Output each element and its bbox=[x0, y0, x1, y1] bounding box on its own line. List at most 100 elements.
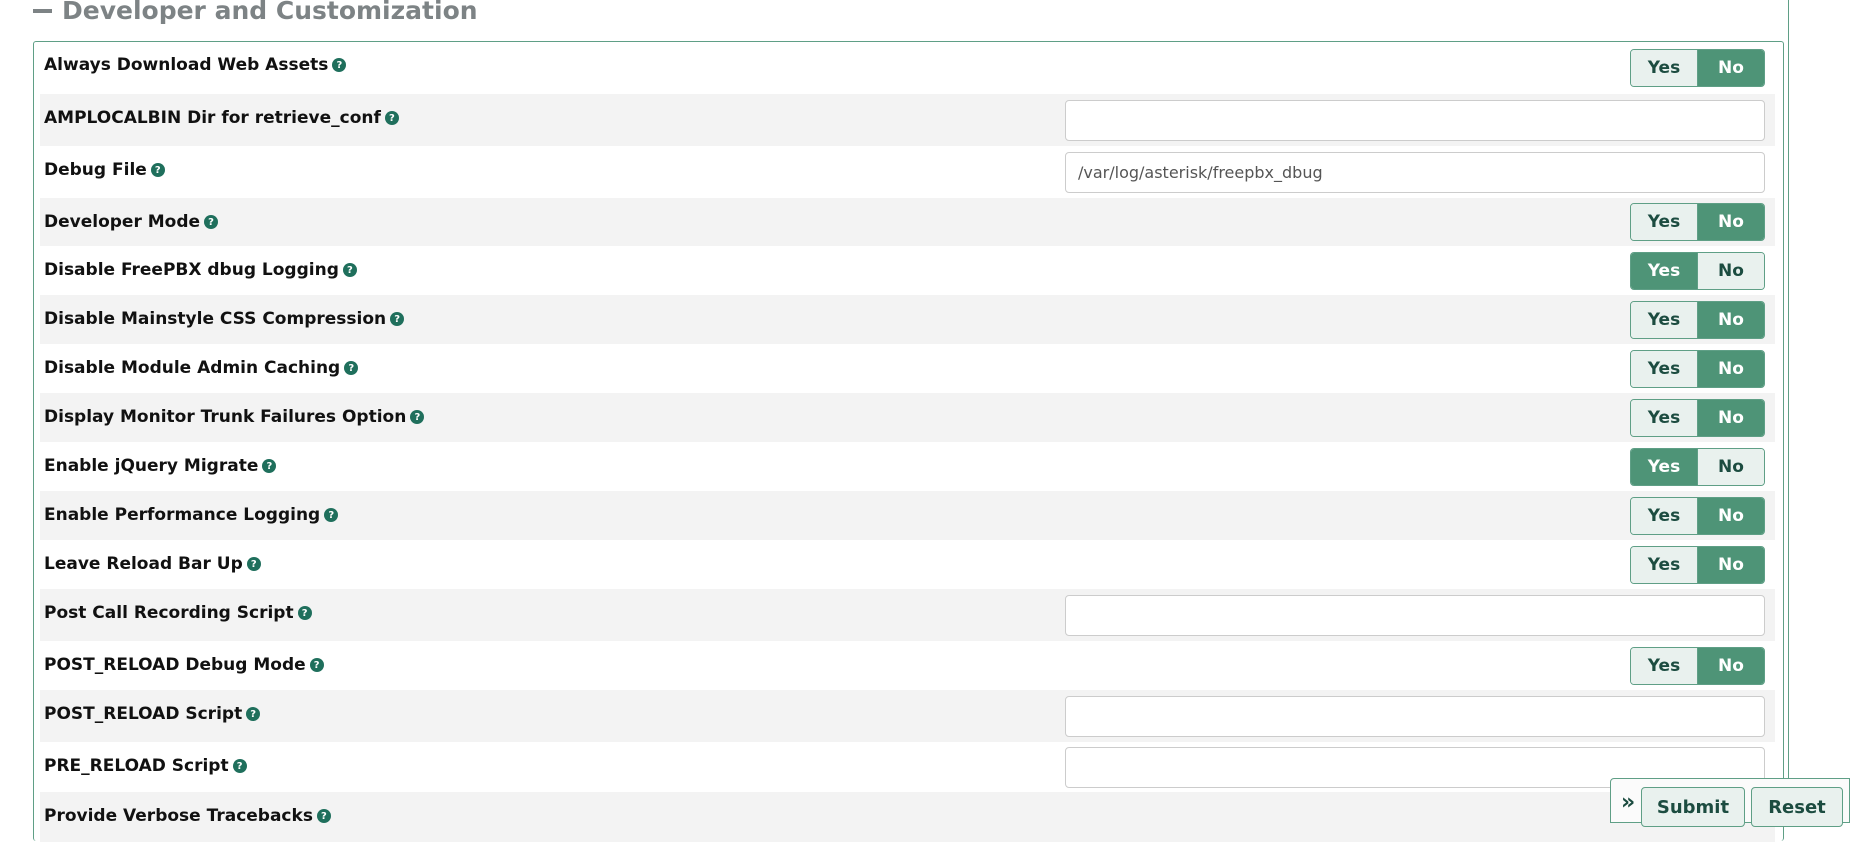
setting-label: Provide Verbose Tracebacks? bbox=[44, 806, 331, 826]
setting-label: Always Download Web Assets? bbox=[44, 55, 347, 75]
toggle-no-button[interactable]: No bbox=[1698, 302, 1764, 338]
reset-button[interactable]: Reset bbox=[1751, 787, 1843, 827]
setting-row-enable-performance-logging: Enable Performance Logging? Yes No bbox=[40, 491, 1775, 540]
setting-row-post-call-recording-script: Post Call Recording Script? bbox=[40, 589, 1775, 641]
help-icon[interactable]: ? bbox=[344, 361, 359, 375]
setting-label: Developer Mode? bbox=[44, 212, 219, 232]
setting-row-post-reload-debug-mode: POST_RELOAD Debug Mode? Yes No bbox=[40, 641, 1775, 690]
setting-label-text: Enable Performance Logging bbox=[44, 505, 321, 525]
setting-label-text: Disable Mainstyle CSS Compression bbox=[44, 309, 387, 329]
setting-label-text: PRE_RELOAD Script bbox=[44, 756, 229, 776]
setting-label: Leave Reload Bar Up? bbox=[44, 554, 261, 574]
toggle-yes-button[interactable]: Yes bbox=[1631, 547, 1698, 583]
yes-no-toggle: Yes No bbox=[1630, 49, 1765, 87]
toggle-yes-button[interactable]: Yes bbox=[1631, 498, 1698, 534]
help-icon[interactable]: ? bbox=[342, 263, 357, 277]
setting-row-pre-reload-script: PRE_RELOAD Script? bbox=[40, 742, 1775, 792]
toggle-yes-button[interactable]: Yes bbox=[1631, 400, 1698, 436]
toggle-yes-button[interactable]: Yes bbox=[1631, 351, 1698, 387]
toggle-no-button[interactable]: No bbox=[1698, 351, 1764, 387]
setting-text-input[interactable] bbox=[1065, 595, 1765, 636]
toggle-no-button[interactable]: No bbox=[1698, 400, 1764, 436]
setting-label: Display Monitor Trunk Failures Option? bbox=[44, 407, 425, 427]
help-icon[interactable]: ? bbox=[410, 410, 425, 424]
setting-row-disable-module-admin-caching: Disable Module Admin Caching? Yes No bbox=[40, 344, 1775, 393]
toggle-yes-button[interactable]: Yes bbox=[1631, 50, 1698, 86]
setting-label: Debug File? bbox=[44, 160, 165, 180]
setting-text-input[interactable] bbox=[1065, 696, 1765, 737]
toggle-no-button[interactable]: No bbox=[1698, 253, 1764, 289]
setting-label: Post Call Recording Script? bbox=[44, 603, 312, 623]
yes-no-toggle: Yes No bbox=[1630, 546, 1765, 584]
setting-label: POST_RELOAD Script? bbox=[44, 704, 261, 724]
help-icon[interactable]: ? bbox=[332, 58, 347, 72]
setting-label-text: Debug File bbox=[44, 160, 147, 180]
setting-label: Enable jQuery Migrate? bbox=[44, 456, 277, 476]
setting-label-text: AMPLOCALBIN Dir for retrieve_conf bbox=[44, 108, 381, 128]
yes-no-toggle: Yes No bbox=[1630, 399, 1765, 437]
help-icon[interactable]: ? bbox=[262, 459, 277, 473]
toggle-no-button[interactable]: No bbox=[1698, 648, 1764, 684]
help-icon[interactable]: ? bbox=[297, 606, 312, 620]
toggle-no-button[interactable]: No bbox=[1698, 204, 1764, 240]
section-title: Developer and Customization bbox=[62, 0, 478, 25]
setting-row-debug-file: Debug File? bbox=[40, 146, 1775, 198]
setting-row-post-reload-script: POST_RELOAD Script? bbox=[40, 690, 1775, 742]
toggle-yes-button[interactable]: Yes bbox=[1631, 253, 1698, 289]
yes-no-toggle: Yes No bbox=[1630, 350, 1765, 388]
help-icon[interactable]: ? bbox=[390, 312, 405, 326]
setting-label: POST_RELOAD Debug Mode? bbox=[44, 655, 324, 675]
setting-label-text: Disable Module Admin Caching bbox=[44, 358, 341, 378]
setting-row-disable-mainstyle-css-compression: Disable Mainstyle CSS Compression? Yes No bbox=[40, 295, 1775, 344]
toggle-yes-button[interactable]: Yes bbox=[1631, 449, 1698, 485]
collapse-minus-icon[interactable] bbox=[33, 9, 52, 13]
setting-row-always-download-web-assets: Always Download Web Assets? Yes No bbox=[40, 41, 1775, 94]
setting-row-developer-mode: Developer Mode? Yes No bbox=[40, 198, 1775, 246]
setting-label-text: Enable jQuery Migrate bbox=[44, 456, 259, 476]
submit-button[interactable]: Submit bbox=[1641, 787, 1745, 827]
help-icon[interactable]: ? bbox=[246, 557, 261, 571]
setting-label: Disable Module Admin Caching? bbox=[44, 358, 359, 378]
help-icon[interactable]: ? bbox=[246, 707, 261, 721]
toggle-yes-button[interactable]: Yes bbox=[1631, 204, 1698, 240]
setting-label-text: Disable FreePBX dbug Logging bbox=[44, 260, 339, 280]
toggle-no-button[interactable]: No bbox=[1698, 449, 1764, 485]
setting-label: PRE_RELOAD Script? bbox=[44, 756, 247, 776]
setting-label: Disable FreePBX dbug Logging? bbox=[44, 260, 357, 280]
setting-label-text: POST_RELOAD Script bbox=[44, 704, 243, 724]
collapse-action-bar-icon[interactable]: » bbox=[1621, 790, 1635, 815]
toggle-no-button[interactable]: No bbox=[1698, 50, 1764, 86]
setting-row-provide-verbose-tracebacks: Provide Verbose Tracebacks? bbox=[40, 792, 1775, 842]
section-header[interactable]: Developer and Customization bbox=[33, 0, 478, 25]
help-icon[interactable]: ? bbox=[324, 508, 339, 522]
setting-label: Disable Mainstyle CSS Compression? bbox=[44, 309, 405, 329]
help-icon[interactable]: ? bbox=[384, 111, 399, 125]
yes-no-toggle: Yes No bbox=[1630, 448, 1765, 486]
toggle-no-button[interactable]: No bbox=[1698, 547, 1764, 583]
setting-label: AMPLOCALBIN Dir for retrieve_conf? bbox=[44, 108, 399, 128]
toggle-no-button[interactable]: No bbox=[1698, 498, 1764, 534]
toggle-yes-button[interactable]: Yes bbox=[1631, 648, 1698, 684]
setting-label-text: POST_RELOAD Debug Mode bbox=[44, 655, 306, 675]
yes-no-toggle: Yes No bbox=[1630, 497, 1765, 535]
yes-no-toggle: Yes No bbox=[1630, 252, 1765, 290]
setting-label-text: Always Download Web Assets bbox=[44, 55, 329, 75]
help-icon[interactable]: ? bbox=[150, 163, 165, 177]
setting-row-amplocalbin-dir-for-retrieve-conf: AMPLOCALBIN Dir for retrieve_conf? bbox=[40, 94, 1775, 146]
toggle-yes-button[interactable]: Yes bbox=[1631, 302, 1698, 338]
help-icon[interactable]: ? bbox=[232, 759, 247, 773]
setting-label: Enable Performance Logging? bbox=[44, 505, 339, 525]
help-icon[interactable]: ? bbox=[316, 809, 331, 823]
setting-label-text: Post Call Recording Script bbox=[44, 603, 294, 623]
yes-no-toggle: Yes No bbox=[1630, 647, 1765, 685]
setting-label-text: Developer Mode bbox=[44, 212, 201, 232]
help-icon[interactable]: ? bbox=[204, 215, 219, 229]
setting-label-text: Leave Reload Bar Up bbox=[44, 554, 243, 574]
setting-label-text: Provide Verbose Tracebacks bbox=[44, 806, 313, 826]
setting-text-input[interactable] bbox=[1065, 152, 1765, 193]
help-icon[interactable]: ? bbox=[309, 658, 324, 672]
setting-text-input[interactable] bbox=[1065, 100, 1765, 141]
yes-no-toggle: Yes No bbox=[1630, 203, 1765, 241]
setting-row-leave-reload-bar-up: Leave Reload Bar Up? Yes No bbox=[40, 540, 1775, 589]
yes-no-toggle: Yes No bbox=[1630, 301, 1765, 339]
